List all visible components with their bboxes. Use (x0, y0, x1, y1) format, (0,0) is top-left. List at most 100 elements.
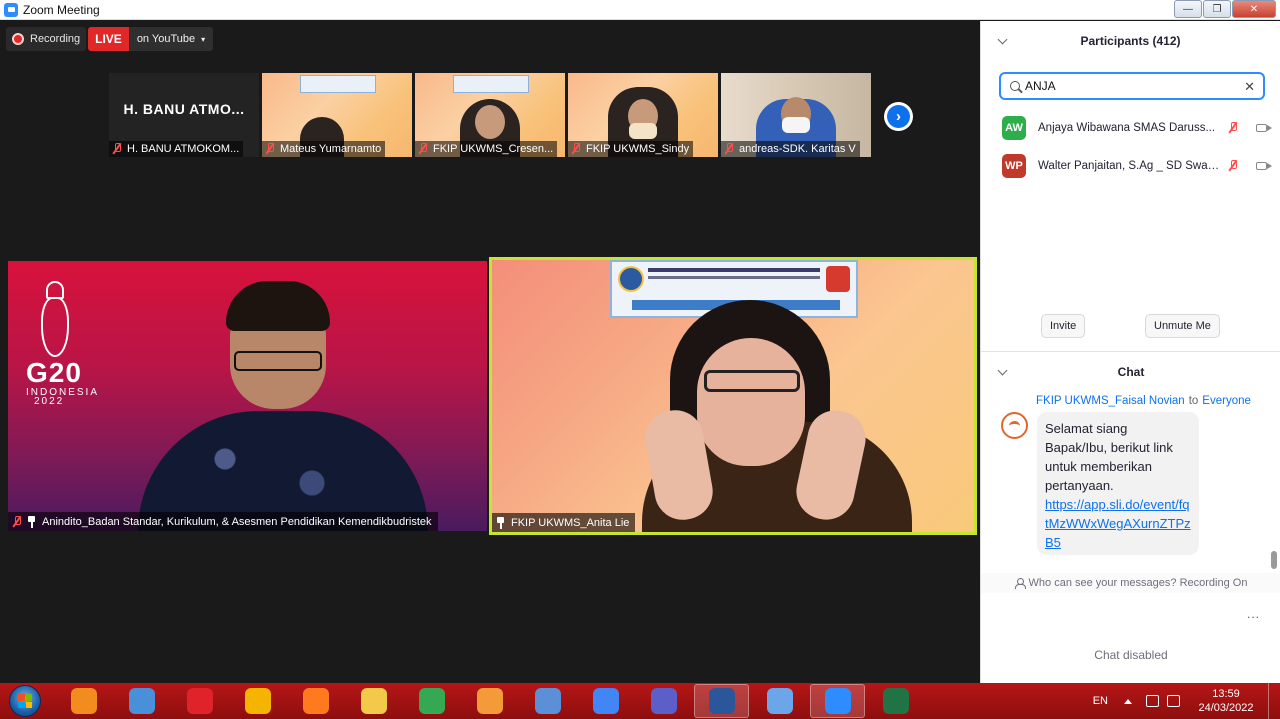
pin-icon (27, 515, 36, 528)
start-button[interactable] (9, 685, 41, 717)
system-tray: EN 13:59 24/03/2022 (1093, 683, 1280, 719)
show-hidden-icons-icon[interactable] (1124, 698, 1132, 704)
recording-icon (12, 33, 24, 45)
zoom-desktop: Zoom Meeting — ❐ ✕ Recording LIVE on You… (0, 0, 1280, 719)
video-thumbnail[interactable]: H. BANU ATMO... H. BANU ATMOKOM... (109, 73, 259, 157)
firefox-icon (302, 688, 329, 714)
taskbar-app-teams[interactable] (636, 684, 691, 718)
participant-name: H. BANU ATMOKOM... (127, 143, 240, 155)
video-thumbnail[interactable]: Mateus Yumarnamto (262, 73, 412, 157)
network-icon[interactable] (1146, 695, 1159, 707)
participant-name-large: H. BANU ATMO... (123, 101, 245, 117)
taskbar-app-firefox[interactable] (288, 684, 343, 718)
mic-muted-icon (12, 515, 22, 528)
photo-viewer-icon (766, 688, 793, 714)
person-icon (1014, 578, 1026, 589)
windows-logo-icon (18, 694, 32, 708)
taskbar-app-opera[interactable] (172, 684, 227, 718)
participants-title: Participants (412) (1080, 34, 1181, 48)
taskbar-app-file-explorer[interactable] (346, 684, 401, 718)
taskbar-app-media-player[interactable] (462, 684, 517, 718)
mic-muted-icon (1228, 122, 1238, 134)
chevron-down-icon: ▾ (201, 34, 206, 44)
taskbar-app-network-manager[interactable] (114, 684, 169, 718)
taskbar-app-photo-viewer[interactable] (752, 684, 807, 718)
taskbar-app-chrome[interactable] (578, 684, 633, 718)
taskbar-clock[interactable]: 13:59 24/03/2022 (1188, 687, 1264, 715)
show-desktop-button[interactable] (1268, 683, 1280, 719)
faculty-logo-icon (826, 266, 850, 292)
speaker-hair (226, 281, 330, 331)
participant-list: AW Anjaya Wibawana SMAS Daruss... WP Wal… (981, 109, 1280, 185)
firefox-like-browser-icon (70, 688, 97, 714)
taskbar-app-browser[interactable] (230, 684, 285, 718)
banner-line (648, 268, 820, 272)
live-stream-menu[interactable]: on YouTube ▾ (128, 27, 214, 51)
participant-name: Walter Panjaitan, S.Ag _ SD Swas... (1038, 160, 1222, 172)
collapse-chevron-icon[interactable] (997, 34, 1008, 45)
video-thumbnail[interactable]: andreas-SDK. Karitas V (721, 73, 871, 157)
more-options-button[interactable]: ... (1247, 607, 1260, 621)
scroll-thumb[interactable] (1271, 551, 1277, 569)
window-controls: — ❐ ✕ (1173, 0, 1276, 18)
video-tile-active-speaker[interactable]: FKIP UKWMS_Anita Lie (489, 257, 977, 535)
zoom-icon (824, 688, 851, 714)
action-center-flag-icon[interactable] (1167, 695, 1180, 707)
message-link[interactable]: https://app.sli.do/event/fqtMzWWxWegAXur… (1045, 495, 1191, 552)
taskbar-app-keyboard-tool[interactable] (520, 684, 575, 718)
meeting-video-area: Recording LIVE on YouTube ▾ H. BANU ATMO… (0, 21, 980, 683)
taskbar-app-word[interactable] (694, 684, 749, 718)
message-text: Selamat siang Bapak/Ibu, berikut link un… (1045, 421, 1173, 493)
minimize-button[interactable]: — (1174, 0, 1202, 18)
chat-header: Chat (981, 355, 1280, 387)
chat-status: Chat disabled (1094, 648, 1168, 662)
taskbar-app-chrome[interactable] (404, 684, 459, 718)
invite-button[interactable]: Invite (1041, 314, 1086, 338)
mic-muted-icon (418, 143, 428, 155)
gallery-strip: H. BANU ATMO... H. BANU ATMOKOM... Mateu… (109, 73, 874, 157)
participant-name: andreas-SDK. Karitas V (739, 143, 856, 155)
participant-row[interactable]: WP Walter Panjaitan, S.Ag _ SD Swas... (981, 147, 1280, 185)
taskbar-app-zoom[interactable] (810, 684, 865, 718)
language-indicator[interactable]: EN (1093, 695, 1108, 707)
mic-muted-icon (724, 143, 734, 155)
avatar: AW (1002, 116, 1026, 140)
sender-avatar (1001, 412, 1028, 439)
tile-caption: FKIP UKWMS_Anita Lie (492, 513, 636, 532)
speaker-glasses (704, 370, 800, 392)
word-icon (708, 688, 735, 714)
close-button[interactable]: ✕ (1232, 0, 1276, 18)
clear-search-icon[interactable]: ✕ (1244, 79, 1255, 95)
thumbnail-caption: FKIP UKWMS_Cresen... (415, 141, 558, 157)
participant-search[interactable]: ✕ (999, 72, 1265, 100)
next-page-button[interactable]: › (884, 102, 913, 131)
slide-banner (453, 75, 529, 93)
taskbar-app-excel[interactable] (868, 684, 923, 718)
chat-scrollbar[interactable] (1271, 393, 1277, 569)
face-mask (782, 117, 810, 133)
participant-row[interactable]: AW Anjaya Wibawana SMAS Daruss... (981, 109, 1280, 147)
tile-caption: Anindito_Badan Standar, Kurikulum, & Ase… (8, 512, 438, 531)
recording-indicator[interactable]: Recording (6, 27, 87, 51)
video-thumbnail[interactable]: FKIP UKWMS_Cresen... (415, 73, 565, 157)
message-sender[interactable]: FKIP UKWMS_Faisal Novian (1036, 395, 1185, 407)
video-tile-speaker[interactable]: G20 INDONESIA 2022 Anindito_Badan Standa… (8, 261, 487, 531)
live-destination: on YouTube (136, 33, 196, 45)
video-thumbnail[interactable]: FKIP UKWMS_Sindy (568, 73, 718, 157)
search-icon (1010, 81, 1020, 91)
clock-date: 24/03/2022 (1198, 702, 1254, 714)
unmute-me-button[interactable]: Unmute Me (1145, 314, 1220, 338)
video-camera-icon (1256, 124, 1272, 132)
participant-name: Anindito_Badan Standar, Kurikulum, & Ase… (42, 515, 432, 528)
chevron-right-icon: › (887, 105, 910, 128)
search-input[interactable] (1025, 79, 1235, 93)
excel-icon (882, 688, 909, 714)
who-can-see-link[interactable]: Who can see your messages? Recording On (981, 573, 1280, 593)
taskbar-app-firefox-like-browser[interactable] (56, 684, 111, 718)
maximize-button[interactable]: ❐ (1203, 0, 1231, 18)
message-meta: FKIP UKWMS_Faisal Novian to Everyone (1036, 395, 1251, 407)
participant-face (475, 105, 505, 139)
network-manager-icon (128, 688, 155, 714)
recording-label: Recording (30, 33, 81, 45)
slide-banner (300, 75, 376, 93)
